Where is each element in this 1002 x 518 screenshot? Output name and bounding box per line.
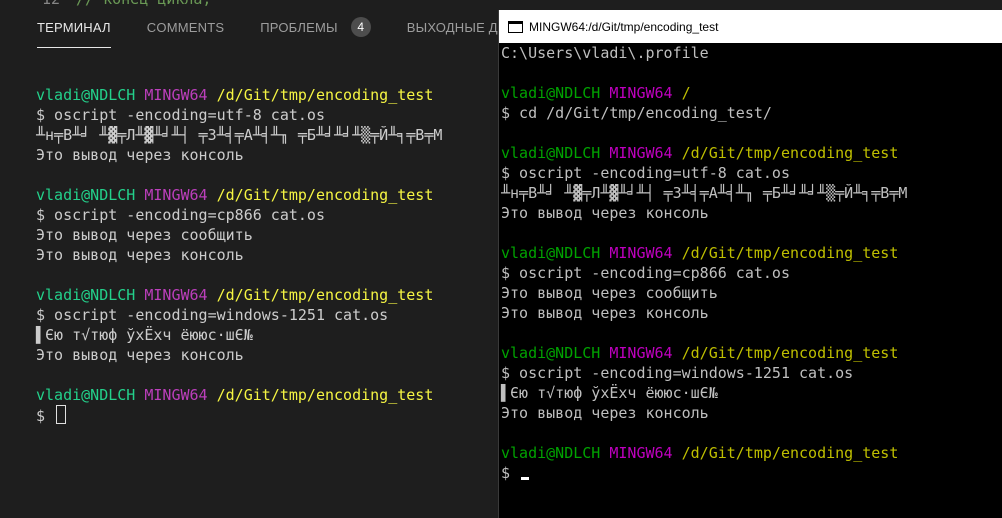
vscode-terminal-panel: 12// конец цикла; ТЕРМИНАЛ COMMENTS ПРОБ… [0,0,500,518]
prompt-cwd: /d/Git/tmp/encoding_test [681,444,899,462]
prompt-system: MINGW64 [609,84,673,102]
output-line: Это вывод через консоль [501,204,709,222]
command-line: $ oscript -encoding=windows-1251 cat.os [501,364,854,382]
prompt-cwd: /d/Git/tmp/encoding_test [216,286,434,304]
prompt-cwd: /d/Git/tmp/encoding_test [216,186,434,204]
command-line: $ oscript -encoding=cp866 cat.os [36,206,325,224]
input-line[interactable]: $ [36,405,442,426]
prompt-system: MINGW64 [609,144,673,162]
input-line[interactable]: $ [501,463,907,483]
final-prompt: $ [501,464,520,482]
prompt-cwd: /d/Git/tmp/encoding_test [216,86,434,104]
terminal-app-icon [508,20,523,33]
output-line: Это вывод через сообщить [501,284,718,302]
output-line: ▌Єю т√тюф ўхЁхч ёююс·шЄ№ [501,384,718,402]
tab-output[interactable]: ВЫХОДНЫЕ ДАННЫЕ [407,6,500,48]
output-line: ▌Єю т√тюф ўхЁхч ёююс·шЄ№ [36,326,253,344]
command-line: $ oscript -encoding=utf-8 cat.os [501,164,790,182]
prompt-system: MINGW64 [144,186,208,204]
prompt-user: vladi@NDLCH [501,244,601,262]
output-line: C:\Users\vladi\.profile [501,44,709,62]
tab-comments[interactable]: COMMENTS [147,6,224,48]
prompt-system: MINGW64 [609,244,673,262]
prompt-line: vladi@NDLCH MINGW64 /d/Git/tmp/encoding_… [501,443,907,463]
command-line: $ oscript -encoding=windows-1251 cat.os [36,306,389,324]
output-line: Это вывод через консоль [36,246,244,264]
problems-count-badge: 4 [350,17,371,37]
prompt-line: vladi@NDLCH MINGW64 /d/Git/tmp/encoding_… [501,143,907,163]
prompt-system: MINGW64 [609,444,673,462]
prompt-user: vladi@NDLCH [501,144,601,162]
prompt-line: vladi@NDLCH MINGW64 /d/Git/tmp/encoding_… [501,243,907,263]
tab-label: ВЫХОДНЫЕ ДАННЫЕ [406,19,500,35]
prompt-user: vladi@NDLCH [501,84,601,102]
prompt-line: vladi@NDLCH MINGW64 /d/Git/tmp/encoding_… [36,185,442,205]
prompt-user: vladi@NDLCH [501,344,601,362]
prompt-line: vladi@NDLCH MINGW64 /d/Git/tmp/encoding_… [36,385,442,405]
tab-label: COMMENTS [146,19,225,35]
final-prompt: $ [36,407,55,425]
output-line: Это вывод через сообщить [36,226,253,244]
prompt-line: vladi@NDLCH MINGW64 /d/Git/tmp/encoding_… [36,285,442,305]
prompt-user: vladi@NDLCH [36,286,136,304]
prompt-line: vladi@NDLCH MINGW64 / [501,83,907,103]
output-line: Это вывод через консоль [501,404,709,422]
prompt-cwd: /d/Git/tmp/encoding_test [681,244,899,262]
prompt-user: vladi@NDLCH [501,444,601,462]
prompt-line: vladi@NDLCH MINGW64 /d/Git/tmp/encoding_… [501,343,907,363]
output-line: ╨н╤В╨╛ ╨▓╤Л╨▓╨╛╨┤ ╤З╨╡╤А╨╡╨╖ ╤Б╨╛╨╛╨▒╤Й╨… [501,184,908,202]
prompt-cwd: /d/Git/tmp/encoding_test [216,386,434,404]
command-line: $ oscript -encoding=utf-8 cat.os [36,106,325,124]
cursor-underline-icon [521,477,530,480]
window-title: MINGW64:/d/Git/tmp/encoding_test [529,19,719,34]
prompt-cwd: / [681,84,691,102]
command-line: $ cd /d/Git/tmp/encoding_test/ [501,104,772,122]
prompt-system: MINGW64 [144,86,208,104]
vscode-terminal-output[interactable]: vladi@NDLCH MINGW64 /d/Git/tmp/encoding_… [36,85,442,426]
prompt-user: vladi@NDLCH [36,86,136,104]
window-titlebar[interactable]: MINGW64:/d/Git/tmp/encoding_test [499,10,1002,43]
output-line: Это вывод через консоль [36,346,244,364]
prompt-user: vladi@NDLCH [36,186,136,204]
panel-tabs: ТЕРМИНАЛ COMMENTS ПРОБЛЕМЫ 4 ВЫХОДНЫЕ ДАН… [0,6,500,48]
prompt-system: MINGW64 [609,344,673,362]
command-line: $ oscript -encoding=cp866 cat.os [501,264,790,282]
cursor-block-icon [56,405,67,424]
mintty-terminal-output[interactable]: C:\Users\vladi\.profile vladi@NDLCH MING… [501,43,907,483]
tab-label: ТЕРМИНАЛ [37,19,111,35]
prompt-cwd: /d/Git/tmp/encoding_test [681,344,899,362]
mintty-window[interactable]: MINGW64:/d/Git/tmp/encoding_test C:\User… [498,10,1002,518]
prompt-cwd: /d/Git/tmp/encoding_test [681,144,899,162]
prompt-line: vladi@NDLCH MINGW64 /d/Git/tmp/encoding_… [36,85,442,105]
prompt-system: MINGW64 [144,286,208,304]
prompt-system: MINGW64 [144,386,208,404]
output-line: ╨н╤В╨╛ ╨▓╤Л╨▓╨╛╨┤ ╤З╨╡╤А╨╡╨╖ ╤Б╨╛╨╛╨▒╤Й╨… [36,126,443,144]
prompt-user: vladi@NDLCH [36,386,136,404]
output-line: Это вывод через консоль [36,146,244,164]
tab-label: ПРОБЛЕМЫ [260,19,338,35]
output-line: Это вывод через консоль [501,304,709,322]
tab-terminal[interactable]: ТЕРМИНАЛ [37,6,111,48]
tab-problems[interactable]: ПРОБЛЕМЫ 4 [260,6,371,48]
